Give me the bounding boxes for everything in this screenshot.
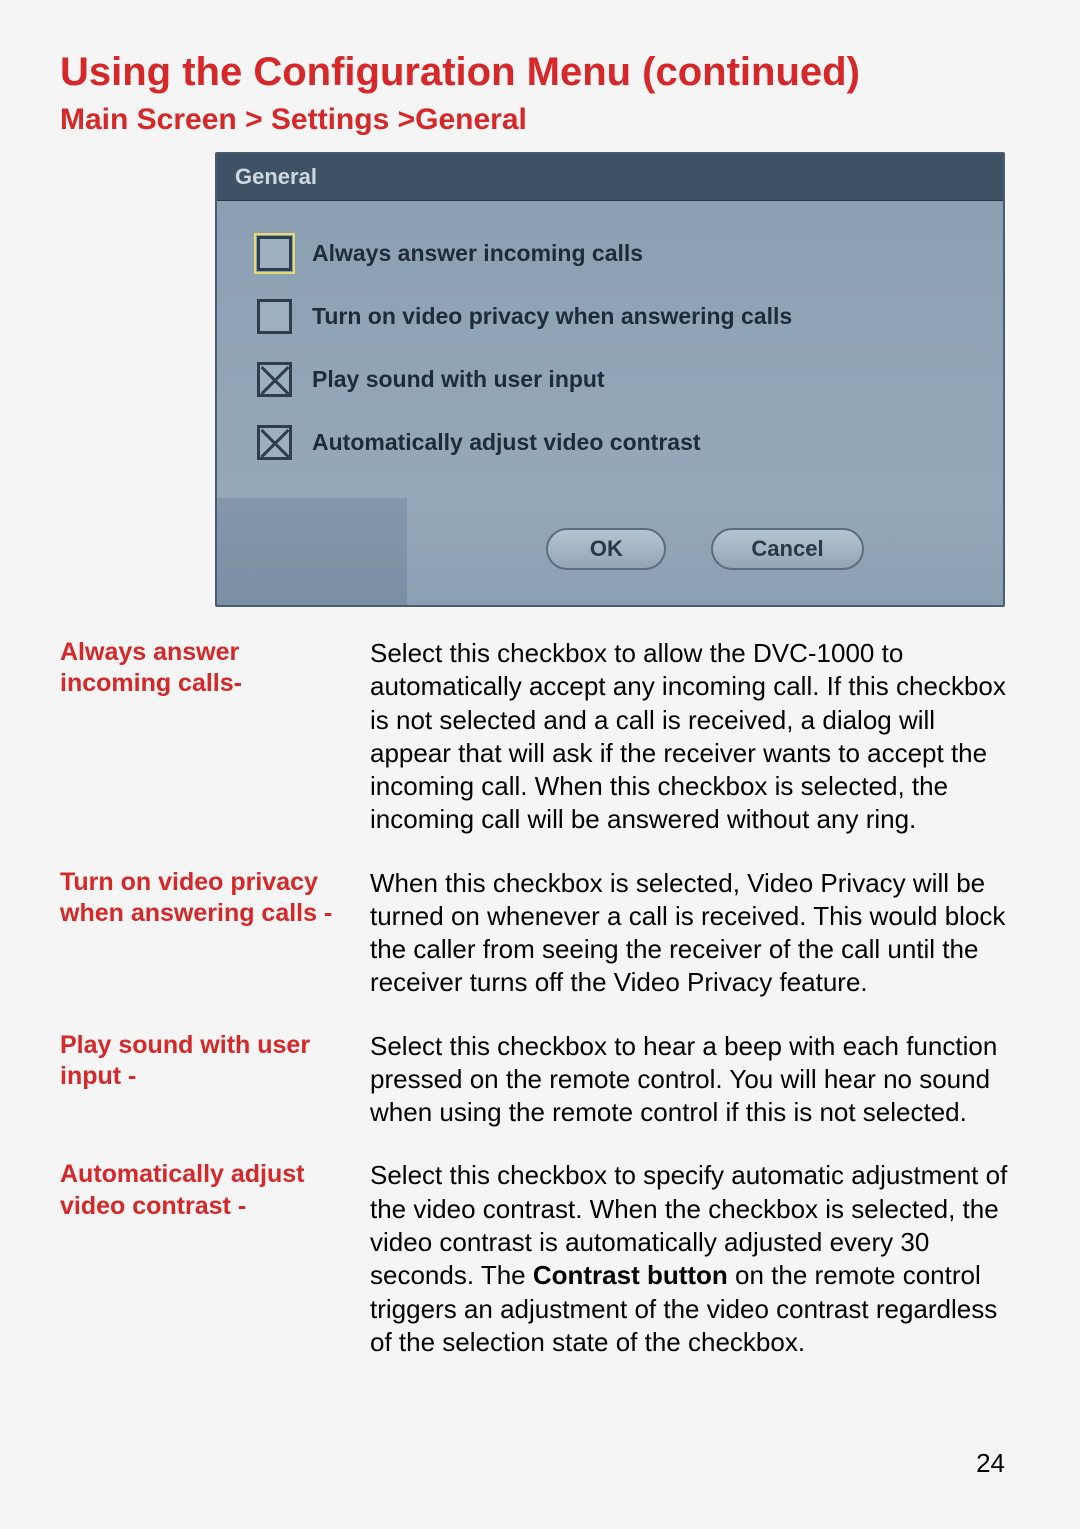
ok-button[interactable]: OK	[546, 528, 666, 570]
cancel-button[interactable]: Cancel	[711, 528, 863, 570]
breadcrumb: Main Screen > Settings >General	[60, 103, 1020, 137]
checkbox-icon[interactable]	[257, 299, 292, 334]
desc-always-answer: Always answer incoming calls- Select thi…	[60, 637, 1020, 837]
option-auto-contrast[interactable]: Automatically adjust video contrast	[257, 425, 963, 460]
dialog-button-row: OK Cancel	[407, 498, 1003, 605]
option-always-answer[interactable]: Always answer incoming calls	[257, 236, 963, 271]
desc-auto-contrast: Automatically adjust video contrast - Se…	[60, 1159, 1020, 1359]
desc-label: Automatically adjust video contrast -	[60, 1159, 370, 1222]
general-settings-dialog: General Always answer incoming calls Tur…	[215, 152, 1005, 607]
checkbox-icon[interactable]	[257, 425, 292, 460]
desc-text: When this checkbox is selected, Video Pr…	[370, 867, 1020, 1000]
page-number: 24	[976, 1448, 1005, 1479]
option-label: Automatically adjust video contrast	[312, 429, 701, 456]
dialog-header: General	[217, 154, 1003, 201]
desc-text-bold: Contrast button	[533, 1260, 728, 1290]
desc-text: Select this checkbox to allow the DVC-10…	[370, 637, 1020, 837]
descriptions-section: Always answer incoming calls- Select thi…	[60, 637, 1020, 1359]
desc-video-privacy: Turn on video privacy when answering cal…	[60, 867, 1020, 1000]
desc-text: Select this checkbox to specify automati…	[370, 1159, 1020, 1359]
option-play-sound[interactable]: Play sound with user input	[257, 362, 963, 397]
checkbox-icon[interactable]	[257, 236, 292, 271]
desc-label: Play sound with user input -	[60, 1030, 370, 1093]
option-video-privacy[interactable]: Turn on video privacy when answering cal…	[257, 299, 963, 334]
desc-label: Turn on video privacy when answering cal…	[60, 867, 370, 930]
checkbox-icon[interactable]	[257, 362, 292, 397]
desc-text: Select this checkbox to hear a beep with…	[370, 1030, 1020, 1130]
page-title: Using the Configuration Menu (continued)	[60, 50, 1020, 95]
option-label: Turn on video privacy when answering cal…	[312, 303, 792, 330]
option-label: Always answer incoming calls	[312, 240, 643, 267]
option-label: Play sound with user input	[312, 366, 605, 393]
desc-label: Always answer incoming calls-	[60, 637, 370, 700]
dialog-body: Always answer incoming calls Turn on vid…	[217, 201, 1003, 498]
desc-play-sound: Play sound with user input - Select this…	[60, 1030, 1020, 1130]
